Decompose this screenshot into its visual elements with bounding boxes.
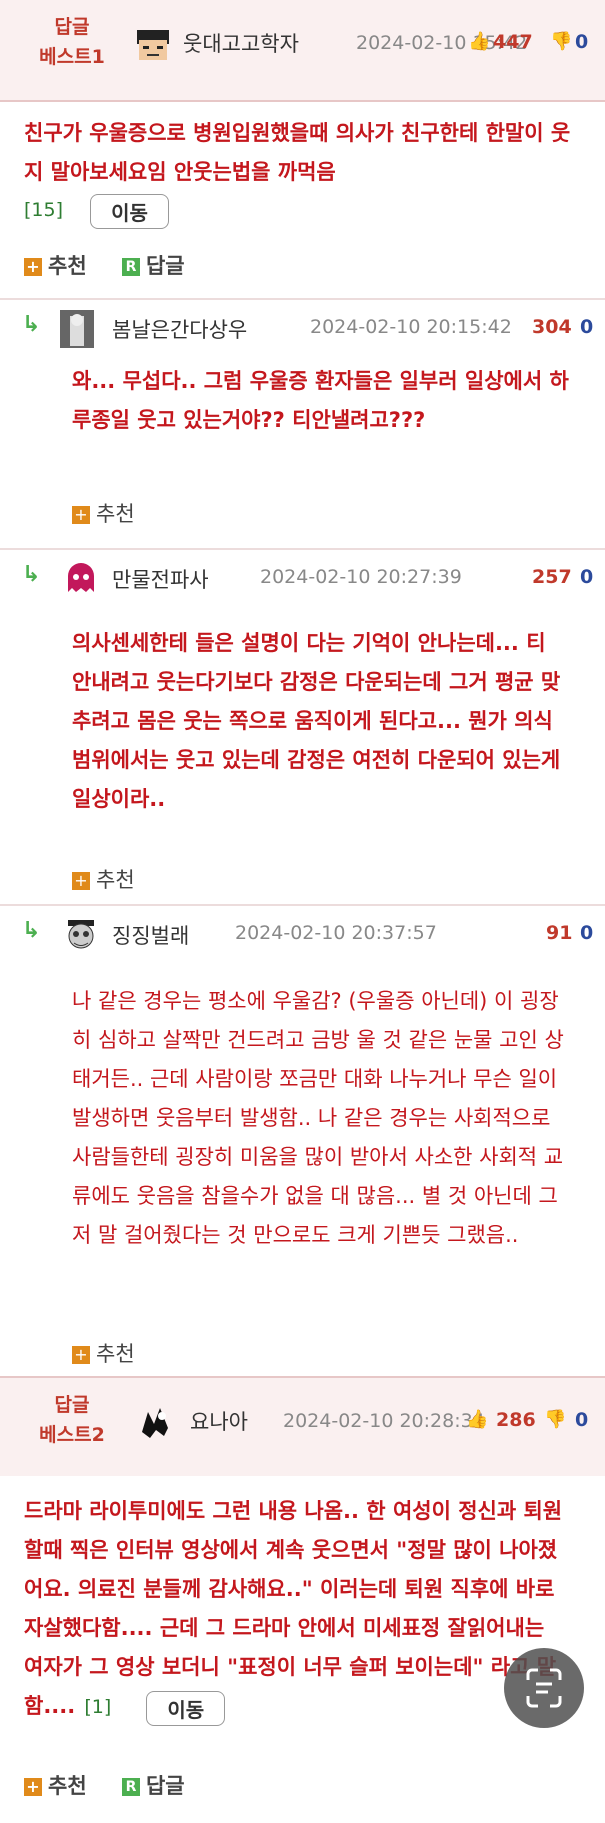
best1-body: 친구가 우울증으로 병원입원했을때 의사가 친구한테 한말이 웃지 말아보세요임… bbox=[0, 102, 605, 298]
recommend-button[interactable]: + 추천 bbox=[72, 864, 135, 894]
reply-content: 나 같은 경우는 평소에 우울감? (우울증 아닌데) 이 굉장히 심하고 살짝… bbox=[72, 989, 564, 1247]
reply-content: 의사센세한테 들은 설명이 다는 기억이 안나는데... 티 안내려고 웃는다기… bbox=[72, 631, 561, 811]
reply-button[interactable]: R 답글 bbox=[121, 1774, 185, 1798]
reply-date: 2024-02-10 20:27:39 bbox=[260, 566, 462, 588]
reply-rec-count: 91 bbox=[546, 922, 573, 944]
best1-actions: + 추천 R 답글 bbox=[24, 250, 185, 280]
best2-actions: + 추천 R 답글 bbox=[24, 1770, 185, 1800]
scan-floating-button[interactable] bbox=[504, 1648, 584, 1728]
plus-icon: + bbox=[72, 872, 90, 890]
best2-rec-count: 286 bbox=[496, 1409, 536, 1431]
best2-content: 드라마 라이투미에도 그런 내용 나옴.. 한 여성이 정신과 퇴원할때 찍은 … bbox=[24, 1492, 569, 1726]
thumbs-down-icon[interactable]: 👎 bbox=[544, 1409, 566, 1430]
recommend-button[interactable]: + 추천 bbox=[72, 1338, 135, 1368]
best2-opp-count: 0 bbox=[575, 1409, 589, 1431]
best1-reply-count: [15] bbox=[24, 199, 64, 221]
reply-nickname[interactable]: 만물전파사 bbox=[112, 564, 209, 594]
avatar bbox=[64, 562, 98, 596]
recommend-button[interactable]: + 추천 bbox=[24, 1774, 87, 1798]
best2-nickname[interactable]: 요나아 bbox=[190, 1406, 248, 1436]
recommend-button[interactable]: + 추천 bbox=[72, 498, 135, 528]
reply-icon: R bbox=[121, 258, 140, 276]
reply-arrow-icon: ↳ bbox=[22, 312, 41, 337]
plus-icon: + bbox=[24, 258, 42, 276]
reply-icon: R bbox=[121, 1778, 140, 1796]
reply-button[interactable]: R 답글 bbox=[121, 254, 185, 278]
plus-icon: + bbox=[24, 1778, 42, 1796]
best1-rec-count: 447 bbox=[493, 31, 533, 53]
reply-opp-count: 0 bbox=[580, 316, 594, 338]
best1-content: 친구가 우울증으로 병원입원했을때 의사가 친구한테 한말이 웃지 말아보세요임… bbox=[24, 114, 584, 229]
best2-label: 답글 베스트2 bbox=[39, 1394, 105, 1446]
plus-icon: + bbox=[72, 1346, 90, 1364]
recommend-button[interactable]: + 추천 bbox=[24, 254, 87, 278]
best1-label: 답글 베스트1 bbox=[39, 16, 105, 68]
thumbs-down-icon[interactable]: 👎 bbox=[550, 31, 572, 52]
plus-icon: + bbox=[72, 506, 90, 524]
reply-arrow-icon: ↳ bbox=[22, 562, 41, 587]
best1-content-text: 친구가 우울증으로 병원입원했을때 의사가 친구한테 한말이 웃지 말아보세요임… bbox=[24, 121, 571, 184]
reply-rec-count: 304 bbox=[532, 316, 572, 338]
best2-content-text: 드라마 라이투미에도 그런 내용 나옴.. 한 여성이 정신과 퇴원할때 찍은 … bbox=[24, 1499, 563, 1718]
best1-header: 답글 베스트1 웃대고고학자 2024-02-10 15:42 👍 447 👎 … bbox=[0, 0, 605, 102]
avatar bbox=[62, 916, 100, 954]
reply-content: 와... 무섭다.. 그럼 우울증 환자들은 일부러 일상에서 하루종일 웃고 … bbox=[72, 369, 569, 432]
best2-header: 답글 베스트2 요나아 2024-02-10 20:28:34 👍 286 👎 … bbox=[0, 1376, 605, 1478]
avatar bbox=[136, 1402, 176, 1442]
scan-text-icon bbox=[526, 1668, 562, 1708]
reply-nickname[interactable]: 징징벌래 bbox=[112, 920, 189, 950]
move-button[interactable]: 이동 bbox=[90, 194, 169, 229]
reply-item: ↳ 만물전파사 2024-02-10 20:27:39 257 0 의사센세한테… bbox=[0, 548, 605, 906]
reply-date: 2024-02-10 20:37:57 bbox=[235, 922, 437, 944]
reply-opp-count: 0 bbox=[580, 922, 594, 944]
avatar bbox=[133, 26, 173, 66]
best2-date: 2024-02-10 20:28:34 bbox=[283, 1410, 485, 1432]
reply-item: ↳ 봄날은간다상우 2024-02-10 20:15:42 304 0 와...… bbox=[0, 298, 605, 550]
reply-date: 2024-02-10 20:15:42 bbox=[310, 316, 512, 338]
best1-opp-count: 0 bbox=[575, 31, 589, 53]
reply-nickname[interactable]: 봄날은간다상우 bbox=[112, 314, 247, 344]
move-button[interactable]: 이동 bbox=[146, 1691, 226, 1726]
reply-item: ↳ 징징벌래 2024-02-10 20:37:57 91 0 나 같은 경우는… bbox=[0, 904, 605, 1376]
best1-nickname[interactable]: 웃대고고학자 bbox=[183, 28, 299, 58]
reply-arrow-icon: ↳ bbox=[22, 918, 41, 943]
avatar bbox=[60, 310, 94, 348]
reply-rec-count: 257 bbox=[532, 566, 572, 588]
thumbs-up-icon[interactable]: 👍 bbox=[468, 31, 490, 52]
best2-reply-count: [1] bbox=[84, 1696, 112, 1718]
reply-opp-count: 0 bbox=[580, 566, 594, 588]
thumbs-up-icon[interactable]: 👍 bbox=[466, 1409, 488, 1430]
